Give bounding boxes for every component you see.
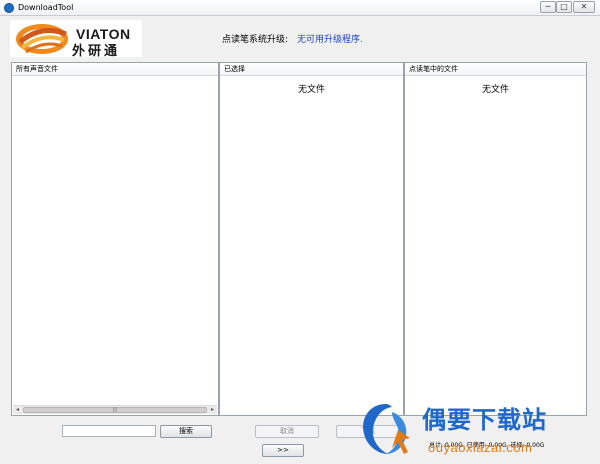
pen-files-panel[interactable]: 点读笔中的文件 无文件 bbox=[404, 62, 587, 416]
watermark-logo-icon bbox=[363, 404, 410, 454]
selected-empty-text: 无文件 bbox=[297, 85, 325, 95]
pen-files-header[interactable]: 点读笔中的文件 bbox=[405, 63, 586, 76]
selected-files-header[interactable]: 已选择 bbox=[220, 63, 403, 76]
viaton-logo: VIATON 外研通 bbox=[10, 20, 142, 59]
selected-files-panel[interactable]: 已选择 无文件 bbox=[219, 62, 404, 416]
title-bar: DownloadTool ─ □ ✕ bbox=[0, 0, 600, 16]
search-button[interactable]: 搜索 bbox=[160, 425, 212, 438]
close-button[interactable]: ✕ bbox=[573, 1, 595, 13]
all-files-panel[interactable]: 所有声音文件 ◂ ||| ▸ bbox=[11, 62, 219, 416]
scroll-thumb[interactable]: ||| bbox=[23, 407, 207, 413]
window-title: DownloadTool bbox=[18, 3, 74, 12]
all-files-header[interactable]: 所有声音文件 bbox=[12, 63, 218, 76]
upgrade-status: 无可用升级程序. bbox=[297, 35, 363, 45]
cancel-button[interactable]: 取消 bbox=[255, 425, 319, 438]
horizontal-scrollbar[interactable]: ◂ ||| ▸ bbox=[13, 405, 217, 414]
next-button[interactable]: >> bbox=[262, 444, 304, 457]
watermark-url: ouyaoxiazai.com bbox=[428, 440, 533, 455]
maximize-button[interactable]: □ bbox=[556, 1, 572, 13]
watermark-text: 偶要下载站 bbox=[422, 406, 547, 434]
minimize-button[interactable]: ─ bbox=[540, 1, 556, 13]
logo-text-cn: 外研通 bbox=[72, 44, 121, 59]
app-icon bbox=[4, 3, 14, 13]
pen-empty-text: 无文件 bbox=[481, 85, 509, 95]
logo-sun-icon bbox=[16, 24, 68, 54]
search-input[interactable] bbox=[62, 425, 156, 437]
watermark: 偶要下载站 ouyaoxiazai.com bbox=[356, 398, 596, 462]
scroll-right-icon[interactable]: ▸ bbox=[208, 406, 217, 414]
scroll-left-icon[interactable]: ◂ bbox=[13, 406, 22, 414]
header: VIATON 外研通 点读笔系统升级: 无可用升级程序. bbox=[0, 17, 600, 61]
upgrade-label: 点读笔系统升级: bbox=[222, 35, 289, 45]
